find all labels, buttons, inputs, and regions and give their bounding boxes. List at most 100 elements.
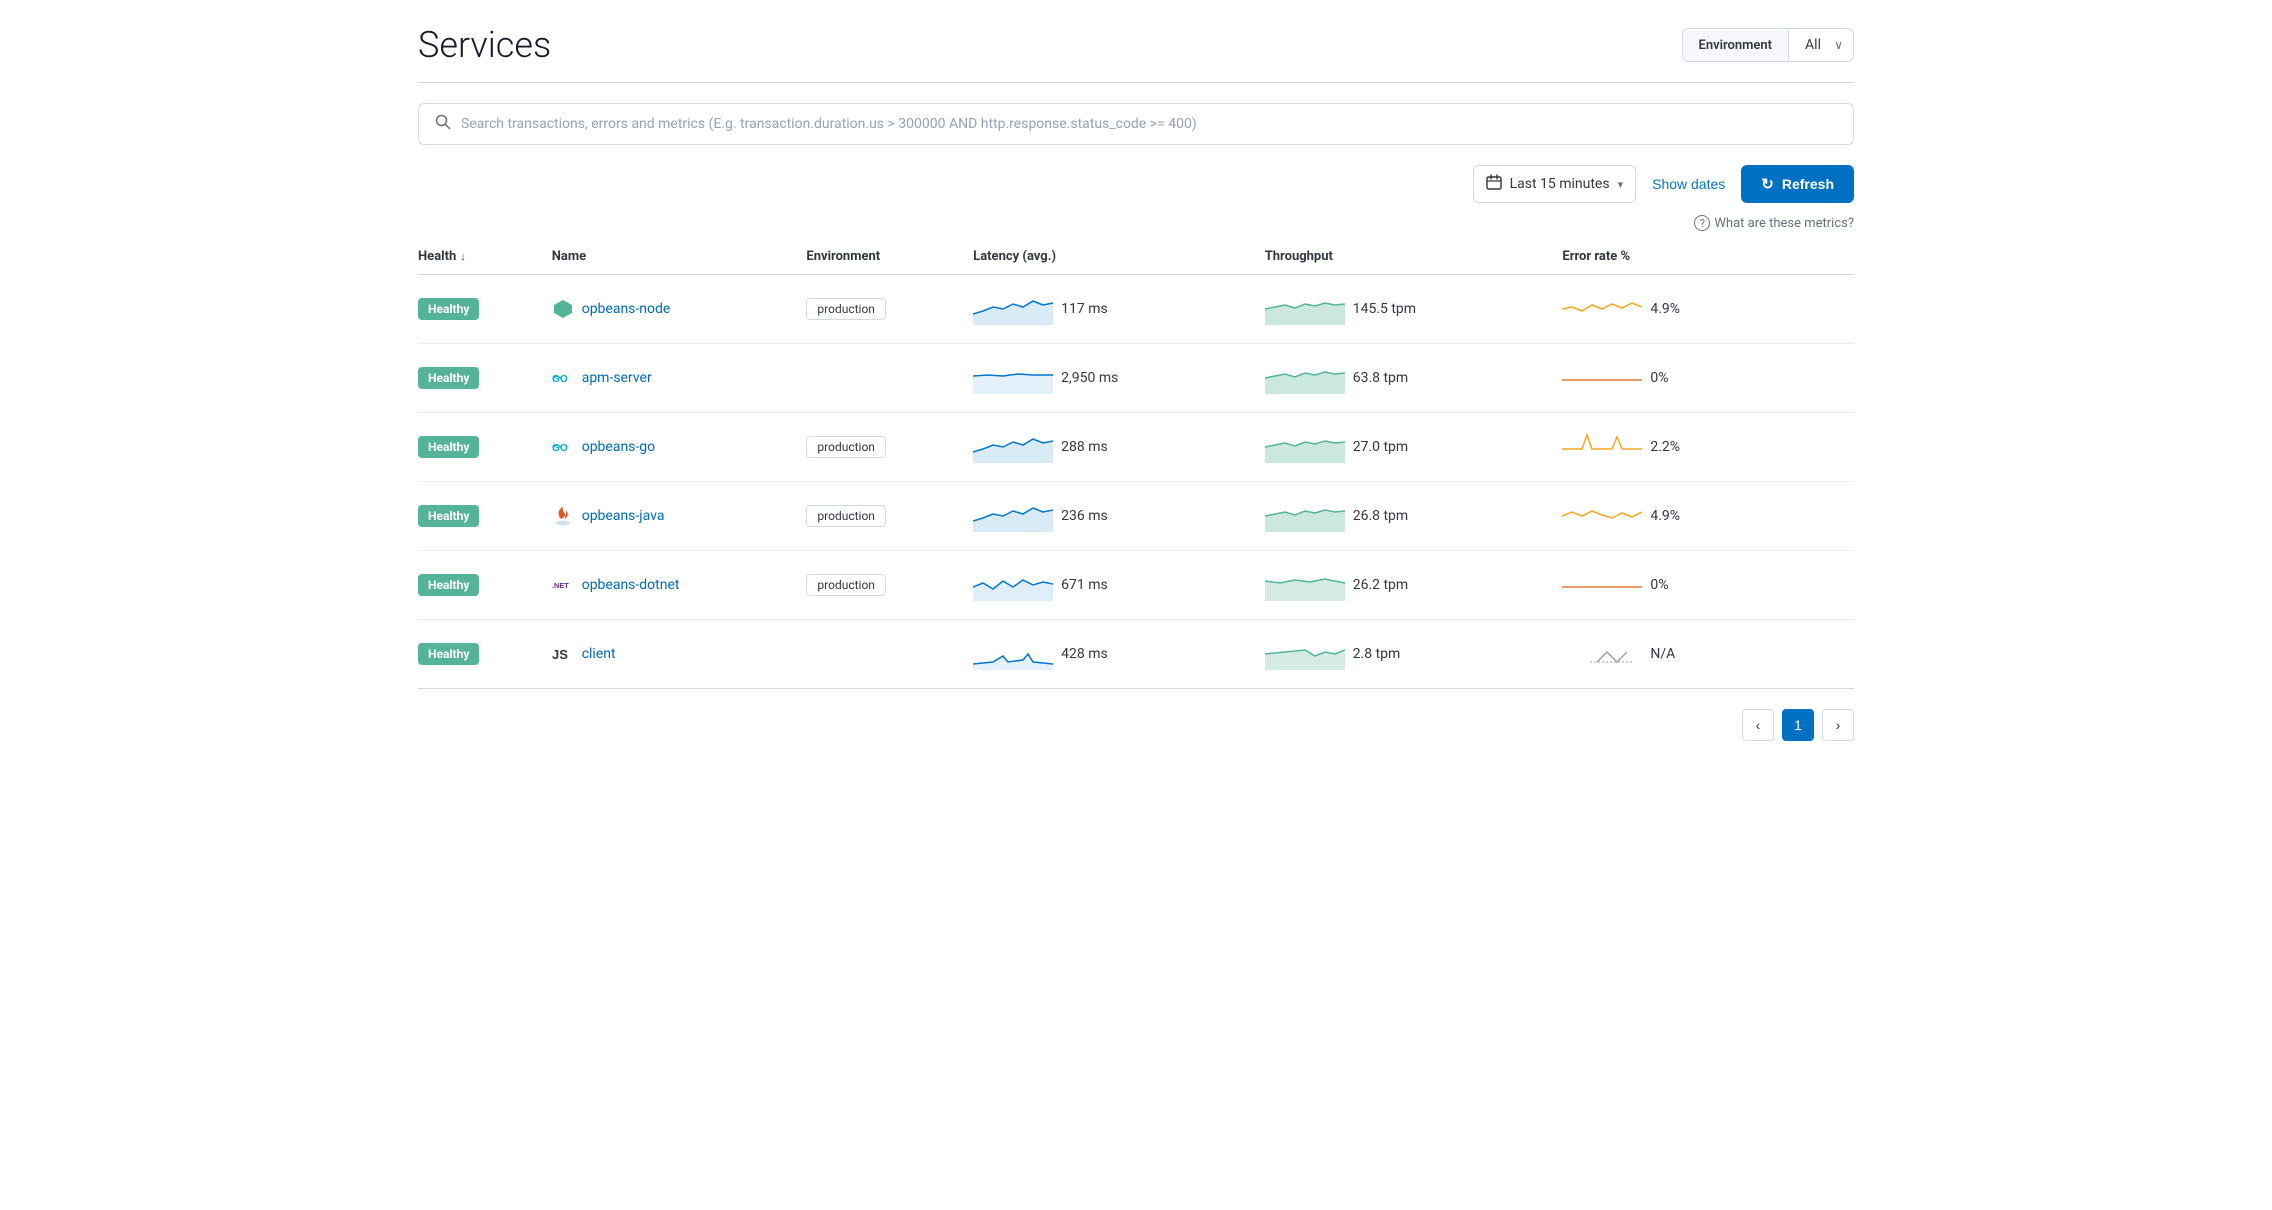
col-health[interactable]: Health ↓ <box>418 239 552 275</box>
throughput-sparkline <box>1265 496 1345 536</box>
search-input[interactable]: Search transactions, errors and metrics … <box>461 116 1197 132</box>
throughput-cell: 27.0 tpm <box>1265 427 1551 467</box>
service-name-cell: GO apm-server <box>552 367 795 389</box>
error-rate-cell: 2.2% <box>1562 427 1842 467</box>
service-name-cell: opbeans-java <box>552 505 795 527</box>
svg-text:JS: JS <box>552 647 568 662</box>
throughput-value: 63.8 tpm <box>1353 370 1413 386</box>
latency-cell: 671 ms <box>973 565 1253 605</box>
col-environment[interactable]: Environment <box>806 239 973 275</box>
health-badge: Healthy <box>418 505 479 527</box>
env-value[interactable]: All ∨ <box>1789 29 1853 61</box>
service-icon-go: GO <box>552 367 574 389</box>
pagination: ‹ 1 › <box>418 709 1854 741</box>
calendar-icon <box>1486 174 1502 194</box>
error-rate-cell: 4.9% <box>1562 496 1842 536</box>
latency-value: 671 ms <box>1061 577 1121 593</box>
table-row: Healthy .NET opbeans-dotnet production 6… <box>418 551 1854 620</box>
throughput-cell: 63.8 tpm <box>1265 358 1551 398</box>
services-table: Health ↓ Name Environment Latency (avg.)… <box>418 239 1854 689</box>
latency-sparkline <box>973 289 1053 329</box>
error-sparkline <box>1562 496 1642 536</box>
service-link[interactable]: opbeans-go <box>582 439 655 455</box>
error-rate-value: 4.9% <box>1650 508 1710 524</box>
refresh-button[interactable]: ↻ Refresh <box>1741 165 1854 203</box>
next-page-button[interactable]: › <box>1822 709 1854 741</box>
svg-text:GO: GO <box>552 374 568 385</box>
error-rate-cell: 0% <box>1562 565 1842 605</box>
service-name-cell: JS client <box>552 643 795 665</box>
help-icon: ? <box>1694 215 1710 231</box>
sort-icon: ↓ <box>460 250 466 263</box>
svg-text:GO: GO <box>552 443 568 454</box>
metrics-help[interactable]: ? What are these metrics? <box>418 215 1854 231</box>
service-name-cell: GO opbeans-go <box>552 436 795 458</box>
show-dates-button[interactable]: Show dates <box>1648 168 1729 200</box>
error-sparkline <box>1562 565 1642 605</box>
search-bar[interactable]: Search transactions, errors and metrics … <box>418 103 1854 145</box>
throughput-value: 26.2 tpm <box>1353 577 1413 593</box>
col-throughput[interactable]: Throughput <box>1265 239 1563 275</box>
service-name-cell: .NET opbeans-dotnet <box>552 574 795 596</box>
col-name[interactable]: Name <box>552 239 807 275</box>
chevron-down-icon: ∨ <box>1834 38 1843 52</box>
environment-badge: production <box>806 505 886 527</box>
toolbar: Last 15 minutes ▾ Show dates ↻ Refresh <box>418 165 1854 203</box>
health-badge: Healthy <box>418 298 479 320</box>
latency-cell: 236 ms <box>973 496 1253 536</box>
error-rate-cell: N/A <box>1562 634 1842 674</box>
error-rate-cell: 0% <box>1562 358 1842 398</box>
error-rate-value: 2.2% <box>1650 439 1710 455</box>
throughput-cell: 2.8 tpm <box>1265 634 1551 674</box>
error-rate-value: 0% <box>1650 370 1710 386</box>
latency-value: 236 ms <box>1061 508 1121 524</box>
throughput-sparkline <box>1265 634 1345 674</box>
throughput-cell: 145.5 tpm <box>1265 289 1551 329</box>
service-icon-go: GO <box>552 436 574 458</box>
col-latency[interactable]: Latency (avg.) <box>973 239 1265 275</box>
service-icon-node <box>552 298 574 320</box>
page-1-button[interactable]: 1 <box>1782 709 1814 741</box>
service-link[interactable]: opbeans-node <box>582 301 671 317</box>
table-row: Healthy opbeans-java production 236 ms 2… <box>418 482 1854 551</box>
throughput-value: 145.5 tpm <box>1353 301 1416 317</box>
time-range-picker[interactable]: Last 15 minutes ▾ <box>1473 165 1637 203</box>
throughput-value: 26.8 tpm <box>1353 508 1413 524</box>
latency-cell: 2,950 ms <box>973 358 1253 398</box>
throughput-cell: 26.2 tpm <box>1265 565 1551 605</box>
throughput-sparkline <box>1265 565 1345 605</box>
error-rate-value: 4.9% <box>1650 301 1710 317</box>
time-range-label: Last 15 minutes <box>1510 176 1610 192</box>
latency-sparkline <box>973 634 1053 674</box>
svg-text:.NET: .NET <box>552 581 569 590</box>
error-rate-value: 0% <box>1650 577 1710 593</box>
latency-value: 288 ms <box>1061 439 1121 455</box>
environment-badge: production <box>806 574 886 596</box>
service-link[interactable]: opbeans-java <box>582 508 665 524</box>
service-icon-java <box>552 505 574 527</box>
error-sparkline <box>1562 358 1642 398</box>
throughput-value: 2.8 tpm <box>1353 646 1413 662</box>
time-chevron-icon: ▾ <box>1618 178 1624 191</box>
error-rate-value: N/A <box>1650 646 1710 662</box>
throughput-cell: 26.8 tpm <box>1265 496 1551 536</box>
service-link[interactable]: apm-server <box>582 370 652 386</box>
service-link[interactable]: opbeans-dotnet <box>582 577 680 593</box>
error-sparkline <box>1562 289 1642 329</box>
environment-badge: production <box>806 436 886 458</box>
page-title: Services <box>418 24 551 66</box>
environment-selector[interactable]: Environment All ∨ <box>1682 28 1854 62</box>
latency-value: 428 ms <box>1061 646 1121 662</box>
health-badge: Healthy <box>418 643 479 665</box>
throughput-sparkline <box>1265 289 1345 329</box>
prev-page-button[interactable]: ‹ <box>1742 709 1774 741</box>
service-name-cell: opbeans-node <box>552 298 795 320</box>
service-link[interactable]: client <box>582 646 616 662</box>
table-row: Healthy GO apm-server 2,950 ms 63.8 tpm … <box>418 344 1854 413</box>
latency-cell: 117 ms <box>973 289 1253 329</box>
table-row: Healthy JS client 428 ms 2.8 tpm N/A <box>418 620 1854 689</box>
error-sparkline <box>1562 427 1642 467</box>
service-icon-dotnet: .NET <box>552 574 574 596</box>
service-icon-js: JS <box>552 643 574 665</box>
col-error-rate[interactable]: Error rate % <box>1562 239 1854 275</box>
